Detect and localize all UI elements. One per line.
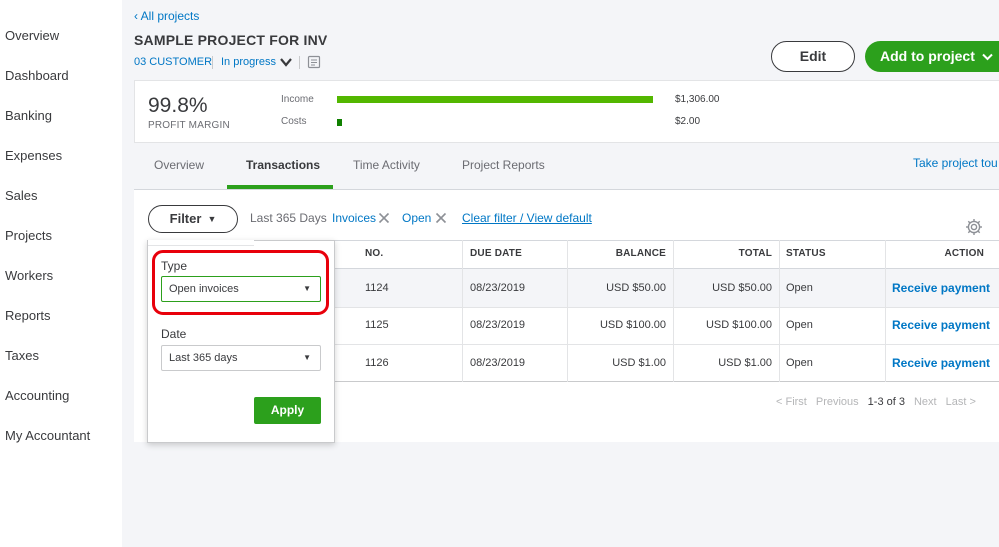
date-select-value: Last 365 days [169, 352, 238, 364]
cell-no: 1124 [365, 282, 389, 294]
clear-filter-link[interactable]: Clear filter / View default [462, 211, 592, 225]
date-field-label: Date [161, 327, 187, 341]
cell-no: 1126 [365, 357, 389, 369]
cell-due-date: 08/23/2019 [470, 282, 526, 294]
type-select[interactable]: Open invoices ▼ [161, 276, 321, 302]
chevron-down-icon [982, 53, 993, 61]
close-icon[interactable] [378, 212, 390, 224]
receive-payment-link[interactable]: Receive payment [892, 356, 990, 370]
nav-item-accounting[interactable]: Accounting [5, 388, 69, 403]
chevron-down-icon[interactable] [279, 55, 293, 69]
column-divider [462, 240, 463, 382]
profit-margin-value: 99.8% [148, 94, 208, 117]
cell-balance: USD $50.00 [606, 282, 666, 294]
pager-last[interactable]: Last > [946, 396, 976, 408]
tab-project-reports[interactable]: Project Reports [462, 158, 545, 172]
pagination: < First Previous 1-3 of 3 Next Last > [776, 396, 976, 408]
customer-link[interactable]: 03 CUSTOMER [134, 56, 212, 68]
cell-due-date: 08/23/2019 [470, 357, 526, 369]
caret-down-icon: ▼ [207, 214, 217, 224]
pager-range: 1-3 of 3 [867, 396, 905, 408]
tab-transactions[interactable]: Transactions [246, 158, 320, 172]
profit-summary-card [134, 80, 999, 143]
nav-item-reports[interactable]: Reports [5, 308, 51, 323]
income-label: Income [281, 94, 314, 105]
filter-panel-header [148, 240, 254, 246]
tab-overview[interactable]: Overview [154, 158, 204, 172]
nav-item-my-accountant[interactable]: My Accountant [5, 428, 90, 443]
take-tour-link[interactable]: Take project tou [913, 156, 998, 170]
page-title: SAMPLE PROJECT FOR INV [134, 32, 328, 48]
receive-payment-link[interactable]: Receive payment [892, 318, 990, 332]
cell-status: Open [786, 357, 813, 369]
income-bar [337, 96, 653, 103]
column-header-due-date[interactable]: DUE DATE [470, 248, 522, 259]
cell-no: 1125 [365, 319, 389, 331]
cell-status: Open [786, 282, 813, 294]
column-header-action: ACTION [944, 248, 984, 259]
income-amount: $1,306.00 [675, 94, 720, 105]
caret-down-icon: ▼ [303, 284, 311, 293]
cell-due-date: 08/23/2019 [470, 319, 526, 331]
filter-chip-range: Last 365 Days [250, 211, 327, 225]
nav-item-sales[interactable]: Sales [5, 188, 38, 203]
tab-time-activity[interactable]: Time Activity [353, 158, 420, 172]
back-link-label: All projects [140, 9, 200, 23]
add-to-project-button[interactable]: Add to project [865, 41, 999, 72]
nav-item-banking[interactable]: Banking [5, 108, 52, 123]
cell-total: USD $50.00 [712, 282, 772, 294]
filter-chip-status[interactable]: Open [402, 211, 431, 225]
nav-item-workers[interactable]: Workers [5, 268, 53, 283]
pager-next[interactable]: Next [914, 396, 937, 408]
costs-amount: $2.00 [675, 116, 701, 127]
filter-button-label: Filter [169, 211, 202, 226]
column-header-no[interactable]: NO. [365, 248, 383, 259]
column-divider [885, 240, 886, 382]
filter-button[interactable]: Filter ▼ [148, 205, 238, 233]
nav-item-expenses[interactable]: Expenses [5, 148, 62, 163]
pager-first[interactable]: < First [776, 396, 807, 408]
type-field-label: Type [161, 259, 188, 273]
divider [212, 56, 213, 69]
edit-button[interactable]: Edit [771, 41, 855, 72]
date-select[interactable]: Last 365 days ▼ [161, 345, 321, 371]
nav-item-projects[interactable]: Projects [5, 228, 52, 243]
costs-label: Costs [281, 116, 307, 127]
profit-margin-label: PROFIT MARGIN [148, 120, 230, 131]
nav-item-taxes[interactable]: Taxes [5, 348, 39, 363]
cell-total: USD $1.00 [718, 357, 772, 369]
gear-icon[interactable] [965, 218, 983, 236]
caret-down-icon: ▼ [303, 353, 311, 362]
cell-total: USD $100.00 [705, 319, 772, 331]
column-header-status[interactable]: STATUS [786, 248, 826, 259]
apply-button[interactable]: Apply [254, 397, 321, 424]
chevron-left-icon: ‹ [134, 9, 138, 23]
add-to-project-label: Add to project [880, 48, 975, 64]
cell-balance: USD $1.00 [612, 357, 666, 369]
column-header-balance[interactable]: BALANCE [567, 248, 666, 259]
left-nav: Overview Dashboard Banking Expenses Sale… [0, 0, 122, 547]
column-divider [779, 240, 780, 382]
note-icon[interactable] [307, 55, 321, 69]
back-to-projects-link[interactable]: ‹ All projects [134, 9, 199, 23]
project-status-link[interactable]: In progress [221, 56, 276, 68]
type-select-value: Open invoices [169, 283, 239, 295]
costs-bar [337, 119, 342, 126]
cell-status: Open [786, 319, 813, 331]
filter-chip-type[interactable]: Invoices [332, 211, 376, 225]
nav-item-dashboard[interactable]: Dashboard [5, 68, 69, 83]
divider [299, 56, 300, 69]
close-icon[interactable] [435, 212, 447, 224]
nav-item-overview[interactable]: Overview [5, 28, 59, 43]
cell-balance: USD $100.00 [599, 319, 666, 331]
column-header-total[interactable]: TOTAL [673, 248, 772, 259]
receive-payment-link[interactable]: Receive payment [892, 281, 990, 295]
pager-previous[interactable]: Previous [816, 396, 859, 408]
